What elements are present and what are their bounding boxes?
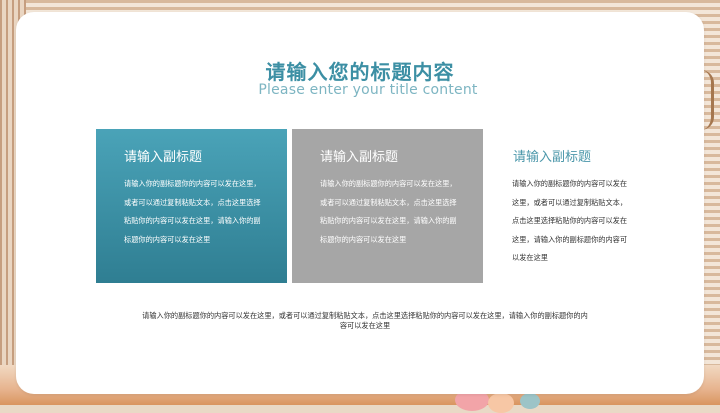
box-text: 请输入你的副标题你的内容可以发在这里，或者可以通过复制粘贴文本，点击这里选择粘贴… [512, 179, 628, 262]
box-heading: 请输入副标题 [513, 150, 592, 165]
flower-decoration [488, 393, 514, 413]
box-text: 请输入你的副标题你的内容可以发在这里，或者可以通过复制粘贴文本，点击这里选择粘贴… [320, 179, 457, 244]
footer-text: 请输入你的副标题你的内容可以发在这里，或者可以通过复制粘贴文本，点击这里选择粘贴… [142, 311, 588, 330]
content-box-teal: 请输入副标题 请输入你的副标题你的内容可以发在这里，或者可以通过复制粘贴文本，点… [96, 129, 287, 283]
box-heading: 请输入副标题 [320, 150, 399, 165]
content-box-gray: 请输入副标题 请输入你的副标题你的内容可以发在这里，或者可以通过复制粘贴文本，点… [292, 129, 483, 283]
page-title: 请输入您的标题内容 [265, 60, 455, 84]
box-heading: 请输入副标题 [124, 150, 203, 165]
content-box-plain: 请输入副标题 请输入你的副标题你的内容可以发在这里，或者可以通过复制粘贴文本，点… [490, 129, 640, 283]
box-text: 请输入你的副标题你的内容可以发在这里，或者可以通过复制粘贴文本，点击这里选择粘贴… [124, 179, 261, 244]
flower-decoration [520, 393, 540, 409]
page-subtitle: Please enter your title content [258, 82, 478, 98]
